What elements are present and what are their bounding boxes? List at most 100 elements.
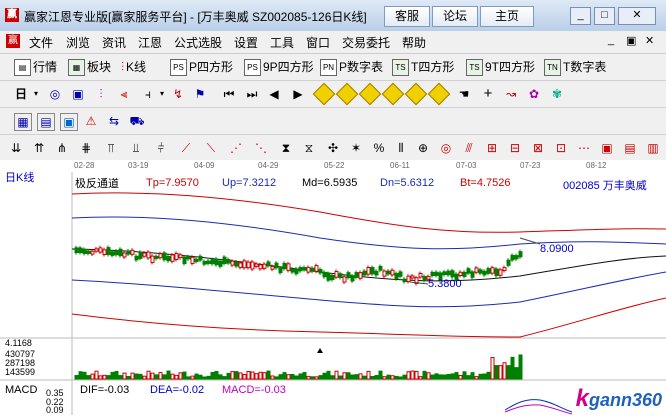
flag-icon[interactable]: ⚑ [192,86,208,102]
candle [210,259,215,265]
close-icon[interactable]: ✕ [618,7,656,25]
alert-icon[interactable]: ⚠ [83,113,99,129]
t-table-button[interactable]: TN T数字表 [544,59,606,77]
trend-icon[interactable]: ↝ [503,86,519,102]
shape-shrink-icon[interactable] [427,82,451,106]
p-table-button[interactable]: PN P数字表 [320,59,383,77]
menu-help[interactable]: 帮助 [402,34,426,51]
volume-bar [82,371,87,380]
transfer-icon[interactable]: ⇆ [106,113,122,129]
maximize-icon[interactable]: □ [594,7,615,25]
homepage-button[interactable]: 主页 [480,6,534,27]
dropdown-arrow-icon[interactable]: ▾ [28,86,44,102]
menu-file[interactable]: 文件 [29,34,53,51]
candle [74,247,79,254]
chart-type-icon[interactable]: ◎ [47,86,63,102]
gann-fan-1-icon[interactable]: ⟋ [178,140,194,156]
draw-tool-icon[interactable]: ↯ [170,86,186,102]
gann-tool-11-icon[interactable]: ✶ [348,140,364,156]
gann-tool-4-icon[interactable]: ⋕ [78,140,94,156]
shape-expand-icon[interactable] [404,82,428,106]
menu-trade[interactable]: 交易委托 [342,34,390,51]
minimize-icon[interactable]: _ [570,7,591,25]
percent-icon[interactable]: % [371,140,387,156]
kline-chart[interactable]: 日K线 极反通道 Tp=7.9570 Up=7.3212 Md=6.5935 D… [0,172,666,415]
prev-icon[interactable]: ◀ [266,86,282,102]
style-dropdown-icon[interactable]: ▾ [154,86,170,102]
menu-browse[interactable]: 浏览 [66,34,90,51]
kline-style-icon[interactable]: ⫶ [93,86,109,102]
gann-tool-9-icon[interactable]: ⧖ [301,140,317,156]
pattern-icon[interactable]: ✿ [526,86,542,102]
gann-tool-15-icon[interactable]: ⊞ [484,140,500,156]
kline-button[interactable]: ⫶ K线 [121,59,146,75]
gann-fan-4-icon[interactable]: ⋱ [253,140,269,156]
save-icon[interactable]: ▣ [60,113,78,131]
gann-tool-22-icon[interactable]: ▥ [645,140,661,156]
gann-tool-20-icon[interactable]: ▣ [599,140,615,156]
database-icon[interactable]: ▤ [37,113,55,131]
gann-tool-3-icon[interactable]: ⋔ [54,140,70,156]
next-icon[interactable]: ▶ [290,86,306,102]
forum-button[interactable]: 论坛 [432,6,478,27]
formula-icon[interactable]: ✾ [549,86,565,102]
gann-tool-5-icon[interactable]: ⫪ [103,140,119,156]
candle [278,267,283,274]
gann-tool-8-icon[interactable]: ⧗ [278,140,294,156]
car-icon[interactable]: ⛟ [129,113,145,129]
gann-tool-12-icon[interactable]: ⫴ [393,140,409,156]
menu-tools[interactable]: 工具 [270,34,294,51]
gann-fan-2-icon[interactable]: ⟍ [203,140,219,156]
shape-down-icon[interactable] [335,82,359,106]
calculator-icon[interactable]: ▦ [14,113,32,131]
volume-bar [222,376,227,380]
9t-square-button[interactable]: TS 9T四方形 [466,59,535,77]
gann-tool-21-icon[interactable]: ▤ [622,140,638,156]
mdi-minimize-icon[interactable]: _ [608,34,614,46]
first-page-icon[interactable]: ⏮ [221,86,237,102]
gann-tool-7-icon[interactable]: ⫩ [153,140,169,156]
gann-tool-19-icon[interactable]: ⋯ [576,140,592,156]
menu-info[interactable]: 资讯 [102,34,126,51]
gann-fan-3-icon[interactable]: ⋰ [228,140,244,156]
volume-bar [398,376,403,380]
quote-button[interactable]: ▤ 行情 [14,59,57,77]
9p-square-button[interactable]: PS 9P四方形 [244,59,314,77]
app-menu-icon[interactable]: 赢 [6,34,20,48]
period-day-icon[interactable]: 日 [13,86,29,102]
last-page-icon[interactable]: ⏭ [244,86,260,102]
customer-service-button[interactable]: 客服 [384,6,430,27]
menu-formula[interactable]: 公式选股 [174,34,222,51]
gann-tool-10-icon[interactable]: ✣ [325,140,341,156]
volume-bar [86,375,91,380]
t-square-button[interactable]: TS T四方形 [392,59,454,77]
bar-style-icon[interactable]: ⫷ [116,86,132,102]
volume-bar [118,375,123,380]
gann-tool-2-icon[interactable]: ⇈ [31,140,47,156]
crosshair-icon[interactable]: + [480,86,496,102]
shape-up-icon[interactable] [312,82,336,106]
candle [462,271,467,277]
p-square-button[interactable]: PS P四方形 [170,59,233,77]
menu-settings[interactable]: 设置 [234,34,258,51]
gann-tool-14-icon[interactable]: ⫻ [461,140,477,156]
sector-button[interactable]: ▦ 板块 [68,59,111,77]
gann-tool-16-icon[interactable]: ⊟ [507,140,523,156]
menu-window[interactable]: 窗口 [306,34,330,51]
gann-tool-17-icon[interactable]: ⊠ [530,140,546,156]
mdi-restore-icon[interactable]: ▣ [626,34,636,47]
hand-icon[interactable]: ☚ [456,86,472,102]
menu-gann[interactable]: 江恩 [138,34,162,51]
gann-tool-18-icon[interactable]: ⊡ [553,140,569,156]
shape-right-icon[interactable] [381,82,405,106]
candle [382,270,387,277]
bt-value: Bt=4.7526 [460,177,511,189]
shape-left-icon[interactable] [358,82,382,106]
candle [346,272,351,279]
mdi-close-icon[interactable]: ✕ [645,34,654,47]
gann-tool-6-icon[interactable]: ⫫ [128,140,144,156]
indicator-icon[interactable]: ▣ [70,86,86,102]
gann-tool-13-icon[interactable]: ⊕ [415,140,431,156]
circle-tool-icon[interactable]: ◎ [438,140,454,156]
gann-tool-1-icon[interactable]: ⇊ [8,140,24,156]
